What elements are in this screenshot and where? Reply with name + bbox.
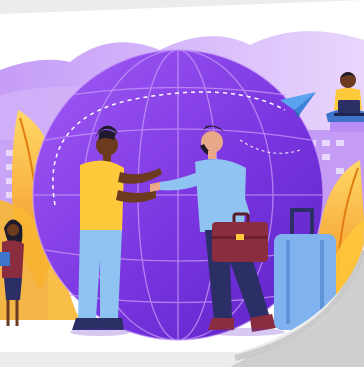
handshake-illustration bbox=[0, 0, 364, 367]
illustration-frame bbox=[0, 0, 364, 367]
laptop-icon bbox=[334, 100, 364, 116]
